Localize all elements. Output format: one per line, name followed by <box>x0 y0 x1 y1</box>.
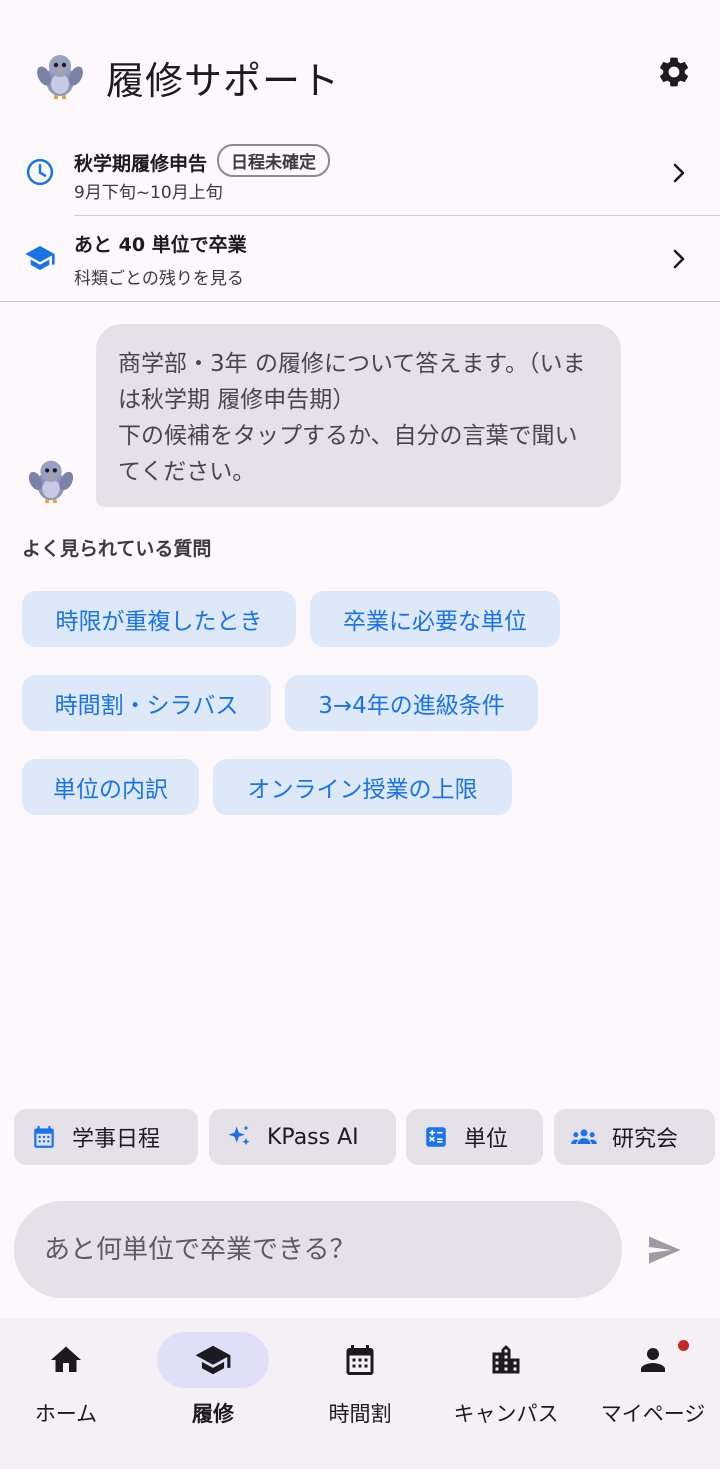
notification-dot <box>678 1340 689 1351</box>
status-badge: 日程未確定 <box>217 144 331 177</box>
shortcut-credits[interactable]: 単位 <box>406 1109 543 1165</box>
nav-timetable[interactable]: 時間割 <box>290 1318 434 1469</box>
app-header: 履修サポート <box>0 40 720 108</box>
send-icon <box>649 1236 681 1264</box>
suggestion-chip[interactable]: 時限が重複したとき <box>22 591 296 647</box>
app-root: 履修サポート 秋学期履修申告 日程未確定 9月下旬~10月上旬 あと 40 単位… <box>0 0 720 1469</box>
nav-pill <box>304 1332 416 1388</box>
clock-icon <box>24 156 56 188</box>
calendar-grid-icon <box>346 1345 374 1375</box>
divider <box>0 301 720 302</box>
calculator-icon <box>422 1123 450 1151</box>
nav-registration[interactable]: 履修 <box>143 1318 287 1469</box>
shortcut-academic-calendar[interactable]: 学事日程 <box>14 1109 198 1165</box>
page-title: 履修サポート <box>106 59 341 103</box>
credits-remaining-row[interactable]: あと 40 単位で卒業 科類ごとの残りを見る <box>0 216 720 302</box>
faq-section-label: よく見られている質問 <box>22 538 212 560</box>
school-icon <box>24 242 56 274</box>
shortcut-label: 単位 <box>464 1127 509 1152</box>
suggestion-chip[interactable]: 3→4年の進級条件 <box>285 675 538 731</box>
suggestion-chip[interactable]: 卒業に必要な単位 <box>310 591 560 647</box>
nav-label: マイページ <box>600 1402 706 1426</box>
home-icon <box>51 1346 81 1372</box>
chat-input[interactable] <box>44 1201 604 1298</box>
bot-message-text: 商学部・3年 の履修について答えます。（いまは秋学期 履修申告期） 下の候補をタ… <box>118 351 586 485</box>
chat-input-container <box>14 1201 622 1298</box>
nav-pill <box>10 1332 122 1388</box>
nav-label: キャンパス <box>453 1402 559 1426</box>
shortcut-seminar[interactable]: 研究会 <box>554 1109 715 1165</box>
bird-mascot-logo <box>32 46 88 102</box>
shortcut-label: 研究会 <box>612 1127 679 1152</box>
shortcut-label: KPass AI <box>267 1124 359 1150</box>
chevron-right-icon <box>668 246 690 272</box>
nav-pill <box>450 1332 562 1388</box>
nav-pill <box>597 1332 709 1388</box>
registration-title: 秋学期履修申告 <box>74 153 208 175</box>
suggestion-chip[interactable]: 単位の内訳 <box>22 759 199 815</box>
sparkle-icon <box>225 1123 253 1151</box>
bot-message-bubble: 商学部・3年 の履修について答えます。（いまは秋学期 履修申告期） 下の候補をタ… <box>96 324 621 507</box>
suggestion-chip[interactable]: オンライン授業の上限 <box>213 759 512 815</box>
nav-label: 履修 <box>192 1402 234 1426</box>
row-title: 秋学期履修申告 日程未確定 <box>74 144 331 177</box>
nav-campus[interactable]: キャンパス <box>436 1318 580 1469</box>
gear-icon <box>659 57 689 87</box>
row-subtitle: 9月下旬~10月上旬 <box>74 183 223 203</box>
credits-title: あと 40 単位で卒業 <box>74 234 247 256</box>
person-icon <box>641 1348 665 1372</box>
bottom-navigation: ホーム 履修 時間割 キャンパス マイページ <box>0 1318 720 1469</box>
school-icon <box>195 1345 231 1375</box>
registration-period-row[interactable]: 秋学期履修申告 日程未確定 9月下旬~10月上旬 <box>0 130 720 216</box>
suggestion-chip[interactable]: 時間割・シラバス <box>22 675 271 731</box>
nav-label: ホーム <box>34 1402 98 1426</box>
nav-mypage[interactable]: マイページ <box>583 1318 720 1469</box>
calendar-icon <box>30 1123 58 1151</box>
nav-pill-active <box>157 1332 269 1388</box>
shortcut-label: 学事日程 <box>72 1127 161 1152</box>
bot-avatar <box>24 452 78 506</box>
row-subtitle: 科類ごとの残りを見る <box>74 269 244 289</box>
building-icon <box>492 1345 520 1374</box>
nav-label: 時間割 <box>328 1402 392 1426</box>
shortcut-kpass-ai[interactable]: KPass AI <box>209 1109 396 1165</box>
nav-home[interactable]: ホーム <box>0 1318 140 1469</box>
settings-button[interactable] <box>654 52 694 92</box>
send-button[interactable] <box>640 1228 688 1272</box>
groups-icon <box>570 1123 598 1151</box>
chevron-right-icon <box>668 160 690 186</box>
